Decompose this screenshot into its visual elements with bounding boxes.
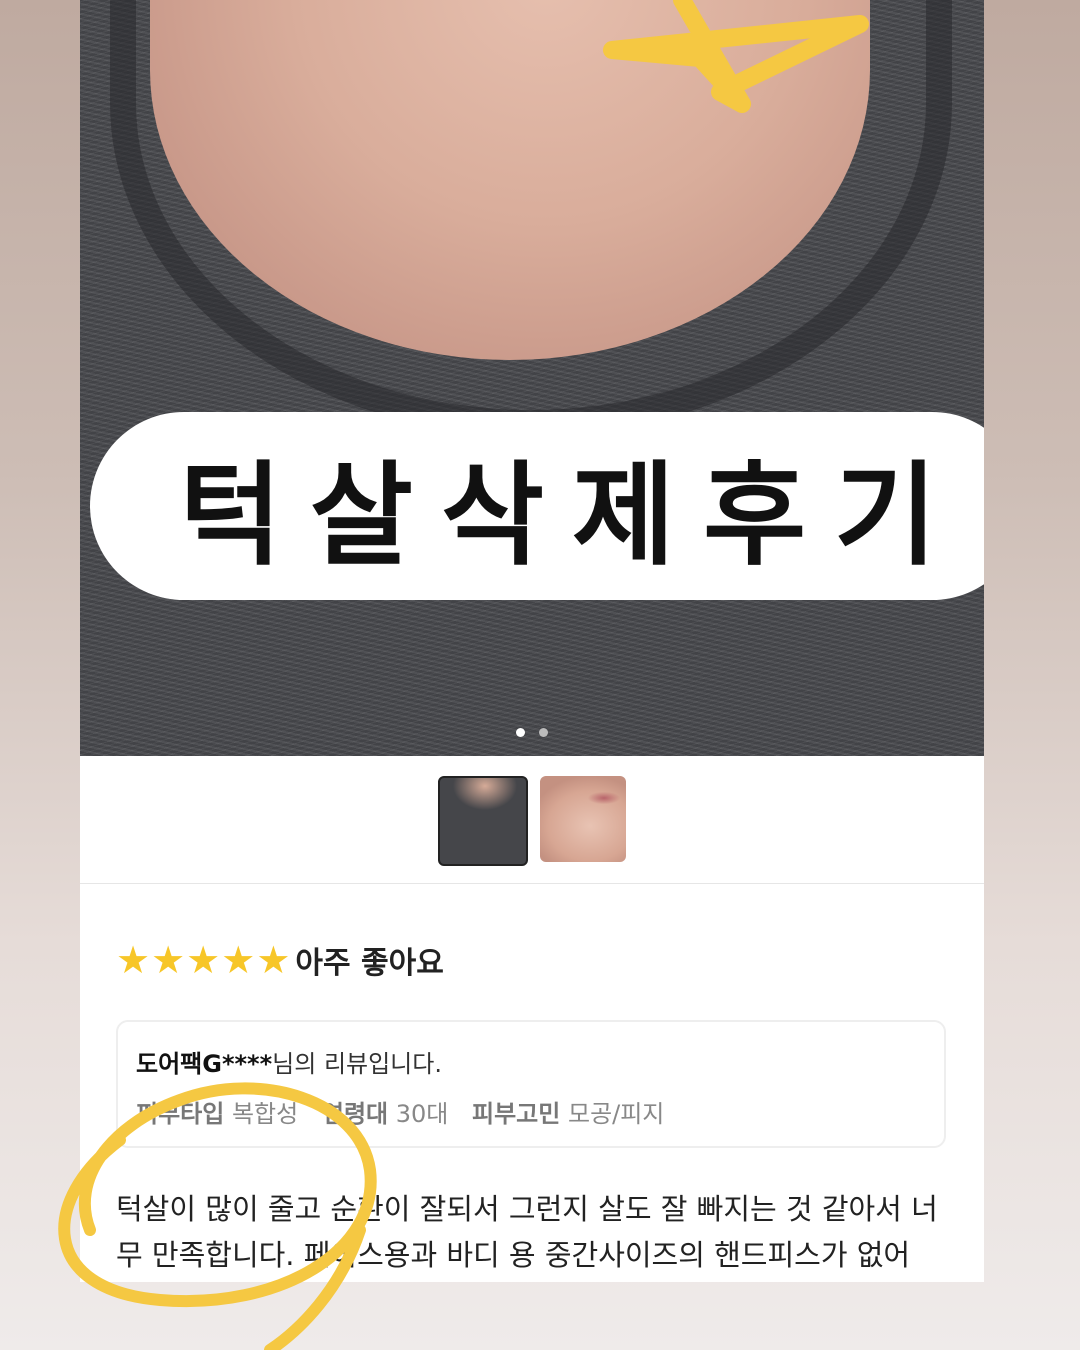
age-value: 30대 bbox=[395, 1100, 449, 1128]
rating-row: ★ ★ ★ ★ ★ 아주 좋아요 bbox=[116, 938, 444, 982]
carousel-indicator bbox=[80, 728, 984, 737]
age-label: 연령대 bbox=[321, 1100, 389, 1128]
star-icon: ★ bbox=[221, 938, 256, 982]
thumbnail-jaw-photo[interactable] bbox=[540, 776, 626, 862]
carousel-dot[interactable] bbox=[539, 728, 548, 737]
skin-type-label: 피부타입 bbox=[136, 1100, 225, 1128]
concern-label: 피부고민 bbox=[472, 1100, 561, 1128]
thumbnail-strip bbox=[80, 776, 984, 866]
reviewer-suffix: 님의 리뷰입니다. bbox=[272, 1050, 442, 1078]
shirt-collar bbox=[110, 0, 952, 436]
reviewer-name: 도어팩G**** bbox=[136, 1050, 273, 1078]
star-icon: ★ bbox=[256, 938, 291, 982]
review-photo[interactable]: 턱살삭제후기 bbox=[80, 0, 984, 756]
star-icon: ★ bbox=[151, 938, 186, 982]
reviewer-attributes: 피부타입 복합성 연령대 30대 피부고민 모공/피지 bbox=[136, 1094, 680, 1129]
reviewer-line: 도어팩G****님의 리뷰입니다. bbox=[136, 1044, 442, 1079]
concern-value: 모공/피지 bbox=[567, 1100, 665, 1128]
reviewer-info-box: 도어팩G****님의 리뷰입니다. 피부타입 복합성 연령대 30대 피부고민 … bbox=[116, 1020, 946, 1148]
carousel-dot-active[interactable] bbox=[516, 728, 525, 737]
divider bbox=[80, 883, 984, 884]
title-banner: 턱살삭제후기 bbox=[90, 412, 984, 600]
review-card: 턱살삭제후기 ★ ★ ★ ★ ★ 아주 좋아요 도어팩G****님의 리뷰입니다… bbox=[80, 0, 984, 1282]
review-body: 턱살이 많이 줄고 순환이 잘되서 그런지 살도 잘 빠지는 것 같아서 너무 … bbox=[116, 1192, 938, 1272]
star-icon: ★ bbox=[116, 938, 151, 982]
star-icon: ★ bbox=[186, 938, 221, 982]
page-title: 턱살삭제후기 bbox=[178, 451, 966, 581]
rating-label: 아주 좋아요 bbox=[295, 946, 444, 981]
thumbnail-neck-photo[interactable] bbox=[438, 776, 528, 866]
skin-type-value: 복합성 bbox=[231, 1100, 299, 1128]
